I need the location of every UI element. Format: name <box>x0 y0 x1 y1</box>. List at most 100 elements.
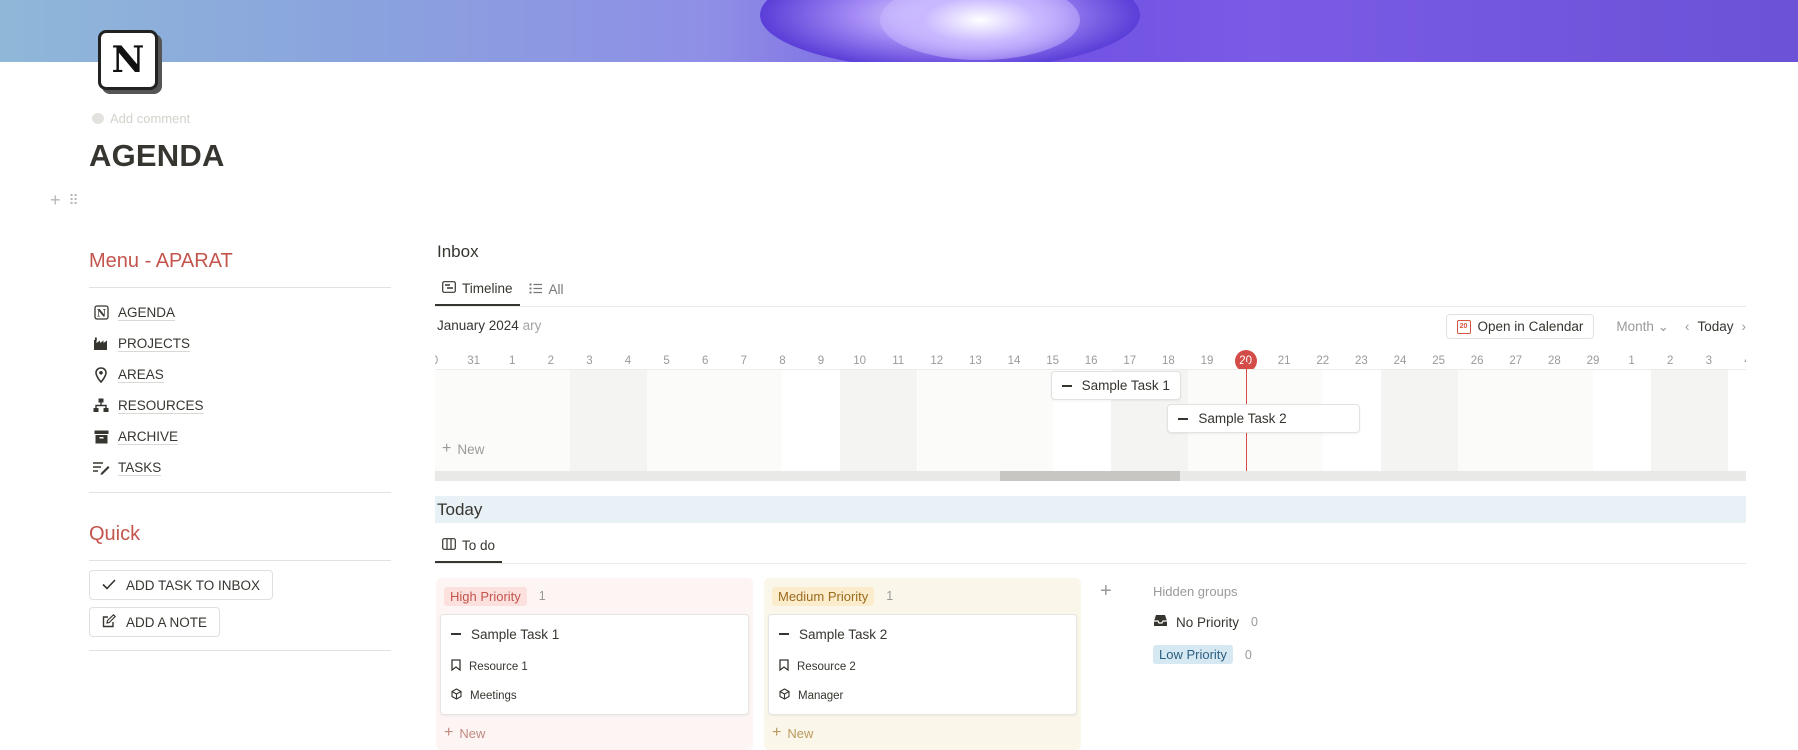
add-a-note-button[interactable]: ADD A NOTE <box>89 607 221 637</box>
group-new-button[interactable]: + New <box>764 715 1081 750</box>
timeline-day-label: 14 <box>1007 355 1021 367</box>
group-name: High Priority <box>444 586 527 606</box>
bookmark-icon <box>451 659 461 674</box>
menu-item-archive[interactable]: ARCHIVE <box>89 421 391 452</box>
open-in-calendar-button[interactable]: 20 Open in Calendar <box>1445 314 1595 339</box>
plus-icon[interactable]: + <box>50 190 61 211</box>
property-value: Resource 1 <box>469 660 528 673</box>
new-label: New <box>787 725 814 741</box>
board-icon <box>442 537 456 553</box>
divider <box>89 560 391 561</box>
add-comment-label: Add comment <box>110 111 191 126</box>
group-new-button[interactable]: + New <box>436 715 753 750</box>
timeline-day-label: 0 <box>435 351 450 371</box>
cube-icon <box>779 688 790 703</box>
timeline-scrollbar[interactable] <box>435 471 1746 481</box>
tab-to-do[interactable]: To do <box>435 529 503 563</box>
left-column: Menu - APARAT N AGENDA PROJECTS AREAS RE… <box>89 250 391 660</box>
card-title-text: Sample Task 2 <box>799 626 888 642</box>
plus-icon: + <box>444 724 454 741</box>
card-title: Sample Task 1 <box>451 622 738 646</box>
archive-icon <box>92 428 110 446</box>
inbox-view-tabs: Timeline All <box>435 272 571 306</box>
timeline-day-label: 12 <box>930 355 944 367</box>
timeline-day-label: 24 <box>1393 355 1407 367</box>
next-icon[interactable]: › <box>1742 319 1747 334</box>
tab-timeline[interactable]: Timeline <box>435 272 520 306</box>
card-title-text: Sample Task 1 <box>471 626 560 642</box>
divider <box>89 287 391 288</box>
timeline-day-label: 21 <box>1277 355 1291 367</box>
menu-item-agenda[interactable]: N AGENDA <box>89 297 391 328</box>
inbox-tray-icon <box>1153 614 1168 630</box>
board-group-high-priority: High Priority 1 Sample Task 1 Resource 1… <box>436 578 753 750</box>
menu-item-projects[interactable]: PROJECTS <box>89 328 391 359</box>
timescale-select[interactable]: Month ⌄ <box>1616 319 1669 335</box>
plus-icon: + <box>442 440 452 457</box>
timeline-month-label: January 2024 ary <box>437 318 541 333</box>
tab-label: All <box>548 281 564 297</box>
timeline-view: January 2024 ary 20 Open in Calendar Mon… <box>435 307 1746 482</box>
scrollbar-thumb[interactable] <box>1000 471 1180 481</box>
task-status-icon <box>1061 384 1072 387</box>
notion-page-icon[interactable]: N <box>98 30 158 90</box>
drag-handle-icon[interactable]: ⠿ <box>69 192 79 209</box>
group-header[interactable]: High Priority 1 <box>436 578 753 614</box>
page-icon-letter: N <box>111 39 145 81</box>
prev-icon[interactable]: ‹ <box>1685 319 1690 334</box>
timeline-day-label: 4 <box>624 355 632 367</box>
timeline-task-bar[interactable]: Sample Task 2 <box>1167 404 1361 433</box>
month-ghost-label: ary <box>522 318 542 333</box>
timeline-day-label: 1 <box>1628 355 1635 367</box>
timeline-day-label: 2 <box>547 355 554 367</box>
timeline-day-label: 8 <box>779 355 786 367</box>
task-list-icon <box>92 459 110 477</box>
hidden-group-low-priority[interactable]: Low Priority 0 <box>1153 645 1252 664</box>
add-task-to-inbox-button[interactable]: ADD TASK TO INBOX <box>89 570 274 600</box>
card-property-resource: Resource 1 <box>451 652 738 681</box>
timeline-day-header: 0311234567891011121314151617181920212223… <box>435 350 1746 372</box>
board-card[interactable]: Sample Task 1 Resource 1 Meetings <box>440 614 749 715</box>
new-label: New <box>459 725 486 741</box>
timeline-weekday-band <box>435 370 571 475</box>
comment-icon <box>92 113 104 124</box>
menu-item-areas[interactable]: AREAS <box>89 359 391 390</box>
bookmark-icon <box>779 659 789 674</box>
group-header[interactable]: Medium Priority 1 <box>764 578 1081 614</box>
timeline-day-label: 3 <box>586 355 593 367</box>
block-handle[interactable]: + ⠿ <box>50 190 79 211</box>
timeline-new-button[interactable]: + New <box>442 440 484 458</box>
button-label: ADD A NOTE <box>126 614 208 630</box>
menu-item-label: RESOURCES <box>118 397 204 414</box>
timeline-day-label: 19 <box>1200 355 1214 367</box>
cube-icon <box>451 688 462 703</box>
chevron-down-icon: ⌄ <box>1657 318 1669 334</box>
timeline-day-label: 18 <box>1161 355 1175 367</box>
card-property-area: Meetings <box>451 681 738 710</box>
timeline-task-bar[interactable]: Sample Task 1 <box>1050 371 1181 400</box>
timeline-day-label: 16 <box>1084 355 1098 367</box>
hidden-group-no-priority[interactable]: No Priority 0 <box>1153 614 1258 630</box>
timeline-day-label: 5 <box>663 355 670 367</box>
page-title: AGENDA <box>89 138 225 173</box>
task-name: Sample Task 1 <box>1081 378 1170 393</box>
edit-icon <box>102 613 117 631</box>
calendar-icon: 20 <box>1456 319 1471 334</box>
menu-item-label: ARCHIVE <box>118 428 179 445</box>
group-count: 1 <box>886 589 894 603</box>
quick-heading: Quick <box>89 523 141 545</box>
plus-icon: + <box>772 724 782 741</box>
task-status-icon <box>451 633 461 635</box>
board-card[interactable]: Sample Task 2 Resource 2 Manager <box>768 614 1077 715</box>
tab-all[interactable]: All <box>522 272 571 306</box>
hidden-groups-label: Hidden groups <box>1153 584 1238 599</box>
menu-item-tasks[interactable]: TASKS <box>89 452 391 483</box>
add-comment-button[interactable]: Add comment <box>92 111 190 126</box>
add-group-button[interactable]: + <box>1100 580 1112 603</box>
today-button[interactable]: Today <box>1697 319 1733 334</box>
timeline-icon <box>442 280 456 296</box>
menu-item-resources[interactable]: RESOURCES <box>89 390 391 421</box>
timeline-day-label: 31 <box>467 355 480 367</box>
timeline-day-label: 1 <box>508 355 516 367</box>
divider <box>89 650 391 651</box>
